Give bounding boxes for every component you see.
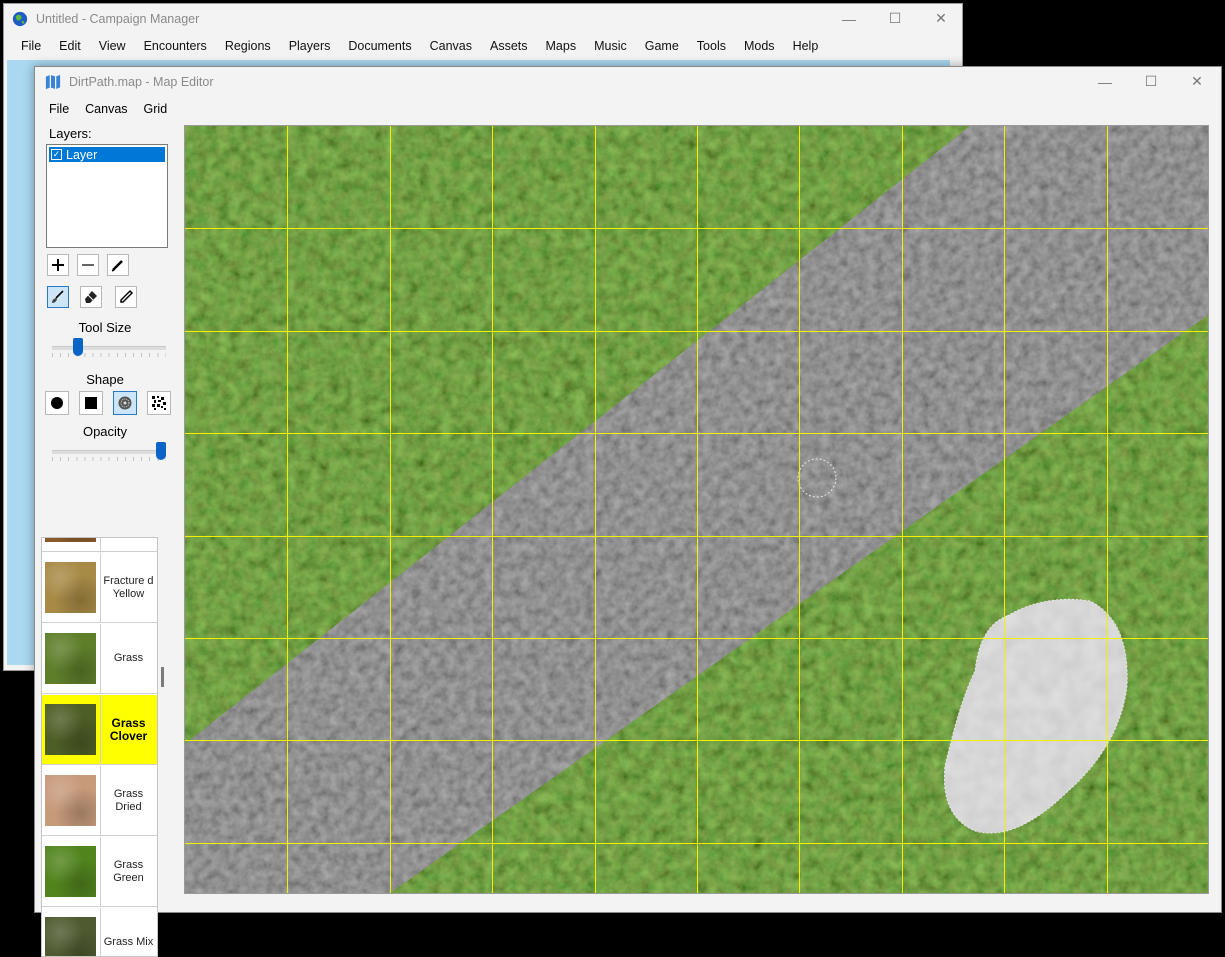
close-button[interactable]: ✕ bbox=[1174, 67, 1220, 96]
texture-list[interactable]: Fracture d Yellow Grass Grass Clover Grass … bbox=[41, 537, 158, 957]
texture-swatch bbox=[45, 917, 96, 956]
texture-swatch bbox=[45, 633, 96, 684]
texture-item[interactable] bbox=[42, 538, 157, 552]
tool-size-slider[interactable] bbox=[52, 338, 166, 358]
texture-label: Grass Mix bbox=[100, 908, 156, 956]
texture-item[interactable]: Grass Dried bbox=[42, 766, 157, 836]
soft-brush-shape-button[interactable] bbox=[113, 391, 137, 415]
tool-size-ticks bbox=[52, 353, 166, 357]
add-icon bbox=[52, 259, 64, 271]
map-drawing[interactable] bbox=[185, 126, 1208, 893]
layer-item[interactable]: ✓ Layer bbox=[49, 147, 165, 162]
texture-swatch bbox=[45, 538, 96, 542]
campaign-menu-help[interactable]: Help bbox=[784, 39, 828, 53]
texture-list-scrollbar[interactable] bbox=[161, 667, 164, 687]
campaign-menu-players[interactable]: Players bbox=[280, 39, 340, 53]
shape-label: Shape bbox=[86, 372, 124, 387]
pencil-icon bbox=[111, 260, 123, 272]
campaign-menu-maps[interactable]: Maps bbox=[537, 39, 586, 53]
editor-menu-canvas[interactable]: Canvas bbox=[77, 102, 135, 116]
texture-swatch bbox=[45, 562, 96, 613]
texture-item[interactable]: Grass Green bbox=[42, 837, 157, 907]
globe-icon bbox=[12, 11, 28, 26]
map-icon bbox=[45, 74, 61, 90]
campaign-menu-regions[interactable]: Regions bbox=[216, 39, 280, 53]
campaign-manager-title: Untitled - Campaign Manager bbox=[36, 11, 200, 26]
campaign-menu-game[interactable]: Game bbox=[636, 39, 688, 53]
add-layer-button[interactable] bbox=[47, 254, 69, 276]
texture-item[interactable]: Fracture d Yellow bbox=[42, 553, 157, 623]
tool-size-track bbox=[52, 346, 166, 350]
campaign-menu-file[interactable]: File bbox=[12, 39, 50, 53]
editor-menu-grid[interactable]: Grid bbox=[136, 102, 176, 116]
texture-label bbox=[100, 538, 156, 551]
campaign-menu-tools[interactable]: Tools bbox=[688, 39, 735, 53]
texture-item[interactable]: Grass Clover bbox=[42, 695, 157, 765]
campaign-manager-menubar: File Edit View Encounters Regions Players Docu… bbox=[4, 33, 962, 59]
campaign-menu-edit[interactable]: Edit bbox=[50, 39, 90, 53]
campaign-manager-titlebar[interactable]: Untitled - Campaign Manager — ☐ ✕ bbox=[4, 4, 962, 33]
tool-size-label: Tool Size bbox=[78, 320, 132, 335]
opacity-label: Opacity bbox=[82, 424, 128, 439]
texture-label: Grass Clover bbox=[100, 695, 156, 764]
tool-sidebar: Layers: ✓ Layer Tool Size Shape Opacity … bbox=[35, 123, 183, 957]
texture-swatch bbox=[45, 846, 96, 897]
layer-name: Layer bbox=[66, 147, 98, 162]
layers-label: Layers: bbox=[49, 126, 92, 141]
scatter-shape-button[interactable] bbox=[147, 391, 171, 415]
texture-label: Grass Green bbox=[100, 837, 156, 906]
editor-menu-file[interactable]: File bbox=[41, 102, 77, 116]
opacity-thumb[interactable] bbox=[156, 442, 166, 460]
maximize-button[interactable]: ☐ bbox=[1128, 67, 1174, 96]
eyedropper-icon bbox=[120, 289, 134, 303]
campaign-menu-documents[interactable]: Documents bbox=[339, 39, 420, 53]
scatter-shape-icon bbox=[152, 396, 166, 410]
map-editor-titlebar[interactable]: DirtPath.map - Map Editor — ☐ ✕ bbox=[35, 67, 1221, 97]
campaign-menu-assets[interactable]: Assets bbox=[481, 39, 537, 53]
eyedropper-tool-button[interactable] bbox=[115, 286, 137, 308]
layers-list[interactable]: ✓ Layer bbox=[46, 144, 168, 248]
eraser-tool-button[interactable] bbox=[80, 286, 102, 308]
eraser-icon bbox=[85, 291, 97, 303]
brush-icon bbox=[52, 290, 64, 303]
campaign-menu-canvas[interactable]: Canvas bbox=[421, 39, 481, 53]
rename-layer-button[interactable] bbox=[107, 254, 129, 276]
minimize-button[interactable]: — bbox=[1082, 67, 1128, 96]
texture-label: Grass bbox=[100, 624, 156, 693]
campaign-menu-music[interactable]: Music bbox=[585, 39, 636, 53]
campaign-menu-mods[interactable]: Mods bbox=[735, 39, 784, 53]
texture-item[interactable]: Grass Mix bbox=[42, 908, 157, 956]
square-shape-button[interactable] bbox=[79, 391, 103, 415]
minimize-button[interactable]: — bbox=[826, 4, 872, 33]
circle-shape-icon bbox=[51, 397, 63, 409]
tool-size-thumb[interactable] bbox=[72, 338, 83, 356]
campaign-menu-view[interactable]: View bbox=[90, 39, 135, 53]
close-button[interactable]: ✕ bbox=[918, 4, 964, 33]
campaign-menu-encounters[interactable]: Encounters bbox=[135, 39, 216, 53]
map-editor-title: DirtPath.map - Map Editor bbox=[69, 75, 214, 89]
map-editor-window: DirtPath.map - Map Editor — ☐ ✕ File Canv… bbox=[34, 66, 1222, 957]
square-shape-icon bbox=[85, 397, 97, 409]
brush-tool-button[interactable] bbox=[47, 286, 69, 308]
soft-brush-shape-icon bbox=[118, 396, 132, 410]
map-canvas[interactable] bbox=[184, 125, 1209, 894]
map-editor-menubar: File Canvas Grid bbox=[35, 97, 1221, 121]
circle-shape-button[interactable] bbox=[45, 391, 69, 415]
texture-label: Fracture d Yellow bbox=[100, 553, 156, 622]
opacity-ticks bbox=[52, 457, 166, 461]
opacity-slider[interactable] bbox=[52, 442, 166, 462]
maximize-button[interactable]: ☐ bbox=[872, 4, 918, 33]
texture-item[interactable]: Grass bbox=[42, 624, 157, 694]
remove-layer-button[interactable] bbox=[77, 254, 99, 276]
opacity-track bbox=[52, 450, 166, 454]
texture-label: Grass Dried bbox=[100, 766, 156, 835]
texture-swatch bbox=[45, 775, 96, 826]
layer-visible-checkbox[interactable]: ✓ bbox=[51, 149, 62, 160]
texture-swatch bbox=[43, 702, 98, 757]
remove-icon bbox=[82, 264, 94, 266]
